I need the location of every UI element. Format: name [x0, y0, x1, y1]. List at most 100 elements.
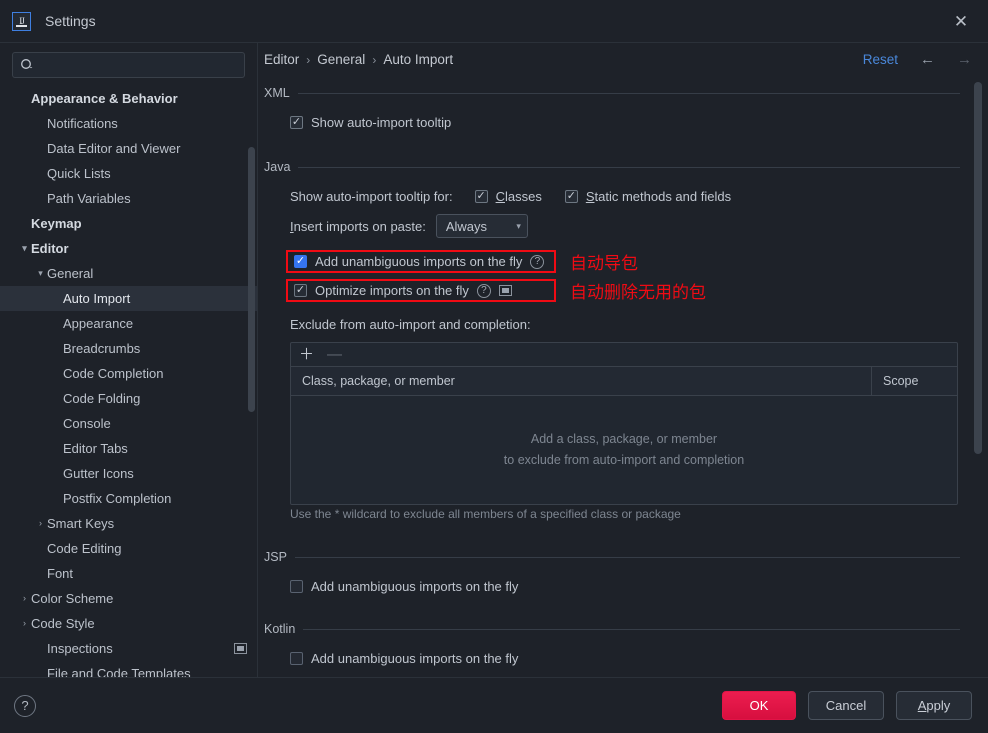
arrow-left-icon[interactable]: ←	[920, 52, 935, 67]
settings-badge-icon[interactable]	[498, 285, 512, 296]
reset-button[interactable]: Reset	[863, 52, 898, 67]
chevron-down-icon[interactable]: ▾	[34, 269, 47, 278]
sidebar-item-code-editing[interactable]: Code Editing	[0, 536, 257, 561]
help-icon[interactable]: ?	[476, 283, 491, 298]
sidebar-item-label: Console	[63, 416, 111, 431]
sidebar-item-label: Quick Lists	[47, 166, 111, 181]
search-box[interactable]	[12, 52, 245, 78]
chevron-right-icon[interactable]: ›	[34, 519, 47, 528]
column-header-scope[interactable]: Scope	[872, 367, 957, 395]
question-mark-icon[interactable]: ?	[14, 694, 36, 717]
insert-imports-dropdown[interactable]: Always ▾	[435, 214, 528, 238]
sidebar-item-smart-keys[interactable]: › Smart Keys	[0, 511, 257, 536]
sidebar-item-editor-tabs[interactable]: Editor Tabs	[0, 436, 257, 461]
sidebar-item-code-folding[interactable]: Code Folding	[0, 386, 257, 411]
sidebar-item-file-and-code-templates[interactable]: File and Code Templates	[0, 661, 257, 677]
title-bar: IJ Settings ✕	[0, 0, 988, 43]
intellij-idea-icon: IJ	[12, 11, 31, 31]
sidebar-item-quick-lists[interactable]: Quick Lists	[0, 161, 257, 186]
sidebar-item-label: Editor	[31, 241, 69, 256]
exclude-label: Exclude from auto-import and completion:	[290, 317, 531, 332]
close-icon[interactable]: ✕	[944, 6, 978, 36]
java-optimize-imports-checkbox[interactable]: ✓	[294, 284, 307, 297]
breadcrumb: Editor › General › Auto Import Reset ← →	[258, 43, 988, 76]
sidebar-item-label: Inspections	[47, 641, 113, 656]
java-static-methods-checkbox[interactable]: ✓	[564, 190, 578, 203]
sidebar-item-label: Code Folding	[63, 391, 141, 406]
sidebar-item-breadcrumbs[interactable]: Breadcrumbs	[0, 336, 257, 361]
sidebar-item-keymap[interactable]: Keymap	[0, 211, 257, 236]
sidebar-item-general[interactable]: ▾ General	[0, 261, 257, 286]
chevron-right-icon[interactable]: ›	[18, 594, 31, 603]
breadcrumb-item-general[interactable]: General	[317, 52, 365, 67]
section-header-java: Java	[264, 160, 960, 174]
java-classes-checkbox[interactable]: ✓	[474, 190, 488, 203]
sidebar-item-label: Code Style	[31, 616, 95, 631]
kotlin-add-unambiguous-row: Add unambiguous imports on the fly	[264, 651, 960, 666]
sidebar-item-label: File and Code Templates	[47, 666, 191, 677]
sidebar-item-code-style[interactable]: › Code Style	[0, 611, 257, 636]
exclude-table: ＋ ― Class, package, or member Scope Add …	[290, 342, 958, 505]
column-header-class-package-member[interactable]: Class, package, or member	[291, 367, 872, 395]
search-input[interactable]	[35, 58, 237, 72]
sidebar-item-postfix-completion[interactable]: Postfix Completion	[0, 486, 257, 511]
wildcard-hint-row: Use the * wildcard to exclude all member…	[264, 505, 960, 523]
chevron-right-icon[interactable]: ›	[18, 619, 31, 628]
java-optimize-imports-label: Optimize imports on the fly	[315, 283, 469, 298]
chevron-down-icon: ▾	[516, 220, 521, 231]
sidebar-item-label: Auto Import	[63, 291, 131, 306]
settings-badge-icon[interactable]	[234, 643, 247, 654]
exclude-label-row: Exclude from auto-import and completion:	[264, 316, 960, 334]
java-add-unambiguous-label: Add unambiguous imports on the fly	[315, 254, 523, 269]
jsp-add-unambiguous-checkbox[interactable]	[290, 580, 303, 593]
apply-button[interactable]: Apply	[896, 691, 972, 720]
section-title-xml: XML	[264, 86, 290, 100]
breadcrumb-item-auto-import: Auto Import	[383, 52, 454, 67]
sidebar-item-label: General	[47, 266, 94, 281]
xml-show-tooltip-checkbox[interactable]: ✓	[290, 116, 303, 129]
sidebar-item-label: Postfix Completion	[63, 491, 172, 506]
annotation-add-unambiguous: 自动导包	[570, 254, 638, 274]
sidebar-item-data-editor-and-viewer[interactable]: Data Editor and Viewer	[0, 136, 257, 161]
sidebar-item-code-completion[interactable]: Code Completion	[0, 361, 257, 386]
plus-icon[interactable]: ＋	[299, 347, 314, 362]
sidebar-item-label: Data Editor and Viewer	[47, 141, 181, 156]
empty-state-line1: Add a class, package, or member	[530, 432, 718, 446]
jsp-add-unambiguous-row: Add unambiguous imports on the fly	[264, 579, 960, 594]
cancel-button[interactable]: Cancel	[808, 691, 884, 720]
content-scrollbar-thumb[interactable]	[974, 82, 982, 454]
sidebar-item-appearance[interactable]: Appearance	[0, 311, 257, 336]
xml-show-tooltip-label: Show auto-import tooltip	[311, 115, 452, 130]
breadcrumb-item-editor[interactable]: Editor	[264, 52, 299, 67]
exclude-table-header: Class, package, or member Scope	[291, 367, 957, 396]
sidebar-item-editor[interactable]: ▾ Editor	[0, 236, 257, 261]
sidebar-item-color-scheme[interactable]: › Color Scheme	[0, 586, 257, 611]
sidebar-item-notifications[interactable]: Notifications	[0, 111, 257, 136]
search-container	[0, 43, 257, 84]
sidebar-scrollbar-thumb[interactable]	[248, 147, 255, 412]
insert-imports-label: Insert imports on paste:	[290, 218, 426, 234]
minus-icon: ―	[327, 345, 343, 363]
sidebar-item-label: Gutter Icons	[63, 466, 134, 481]
java-classes-label: Classes	[495, 189, 542, 204]
section-title-kotlin: Kotlin	[264, 622, 296, 636]
sidebar-item-label: Smart Keys	[47, 516, 115, 531]
ok-button[interactable]: OK	[722, 691, 796, 720]
sidebar-item-gutter-icons[interactable]: Gutter Icons	[0, 461, 257, 486]
sidebar-item-label: Appearance & Behavior	[31, 91, 178, 106]
help-icon[interactable]: ?	[530, 254, 545, 269]
kotlin-add-unambiguous-checkbox[interactable]	[290, 652, 303, 665]
dialog-footer: ? OK Cancel Apply	[0, 677, 988, 733]
java-tooltip-for-label: Show auto-import tooltip for:	[290, 189, 453, 204]
sidebar-item-console[interactable]: Console	[0, 411, 257, 436]
sidebar-item-path-variables[interactable]: Path Variables	[0, 186, 257, 211]
settings-main-panel: Editor › General › Auto Import Reset ← →…	[258, 43, 988, 677]
section-header-kotlin: Kotlin	[264, 622, 960, 636]
dialog-body: Appearance & Behavior Notifications Data E…	[0, 43, 988, 677]
sidebar-item-inspections[interactable]: Inspections	[0, 636, 257, 661]
sidebar-item-font[interactable]: Font	[0, 561, 257, 586]
sidebar-item-auto-import[interactable]: Auto Import	[0, 286, 257, 311]
sidebar-item-appearance-behavior[interactable]: Appearance & Behavior	[0, 86, 257, 111]
java-add-unambiguous-checkbox[interactable]: ✓	[294, 255, 307, 268]
chevron-down-icon[interactable]: ▾	[18, 244, 31, 253]
